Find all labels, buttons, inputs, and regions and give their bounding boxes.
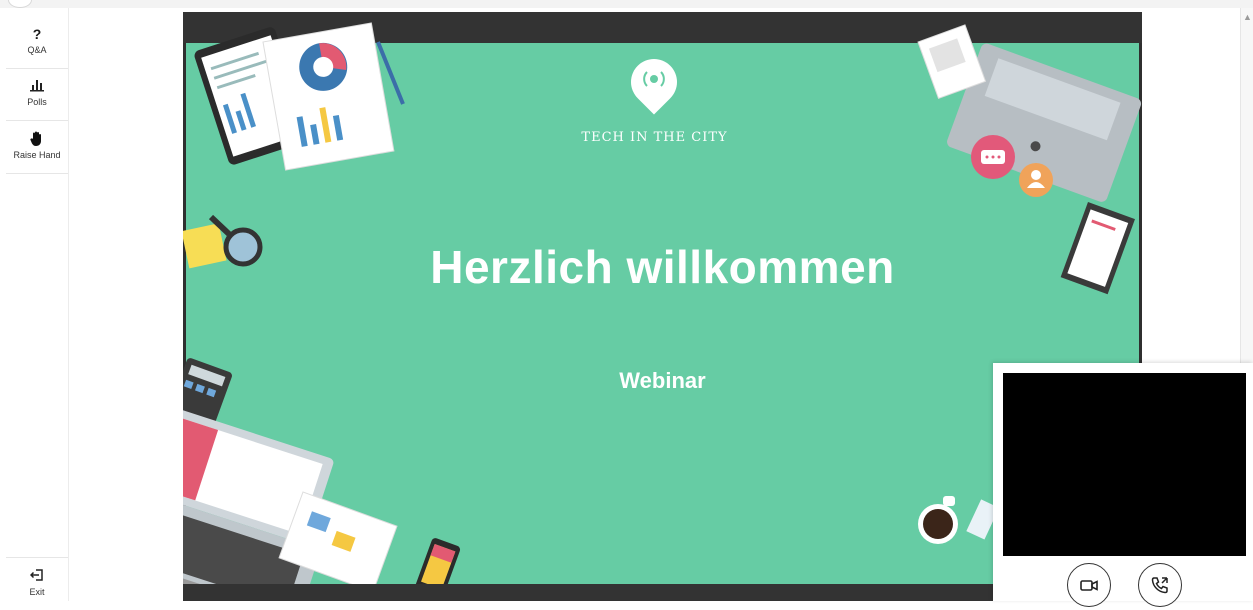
sidebar-item-raise-hand[interactable]: Raise Hand [6,121,68,174]
question-icon: ? [32,26,42,42]
camera-button[interactable] [1067,563,1111,607]
phone-call-icon [1151,577,1168,594]
sidebar-item-label: Raise Hand [13,150,61,160]
slide-title: Herzlich willkommen [430,241,895,293]
sidebar: ? Q&A Polls Raise Hand Exit [0,8,69,601]
sidebar-item-label: Polls [27,97,47,107]
self-video [1003,373,1246,556]
bar-chart-icon [6,78,68,94]
scroll-up-icon[interactable]: ▲ [1243,12,1252,22]
top-left-control[interactable] [8,0,32,8]
exit-button[interactable]: Exit [6,557,68,610]
camera-icon [1080,580,1098,591]
sidebar-item-label: Q&A [27,45,47,55]
exit-label: Exit [29,587,45,597]
phone-call-button[interactable] [1138,563,1182,607]
broadcast-icon [643,71,665,87]
sidebar-item-qa[interactable]: ? Q&A [6,16,68,69]
hand-icon [6,131,68,147]
self-view-panel [993,363,1253,607]
logo-text: TECH IN THE CITY [581,130,728,145]
sidebar-item-polls[interactable]: Polls [6,68,68,121]
exit-icon [6,568,68,584]
